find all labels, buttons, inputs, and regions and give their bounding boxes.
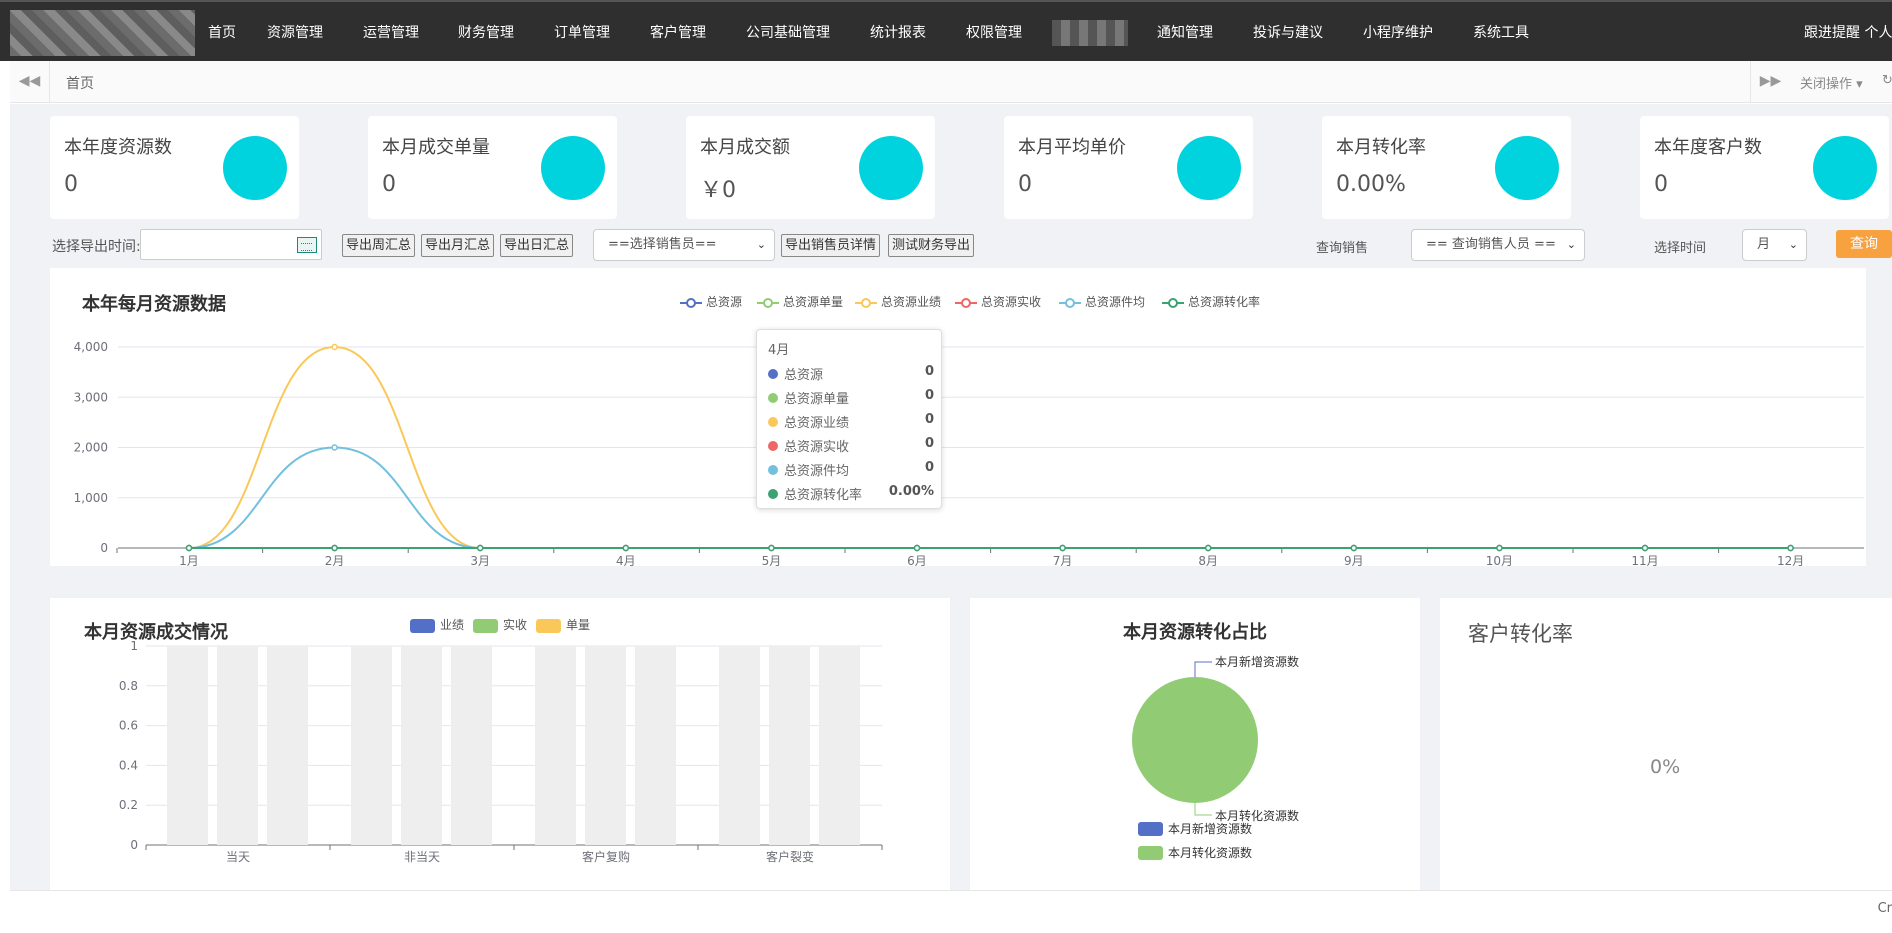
legend-swatch-icon	[1138, 822, 1163, 836]
footer-text: Cr	[1877, 901, 1892, 916]
pie-label: 本月转化资源数	[1215, 808, 1299, 823]
legend-swatch-icon	[1138, 846, 1163, 860]
customer-conversion-panel: 客户转化率 0%	[1440, 598, 1892, 890]
pie-slice	[1132, 677, 1258, 803]
legend-label: 本月新增资源数	[1168, 821, 1252, 836]
pie-label: 本月新增资源数	[1215, 654, 1299, 669]
footer: Cr	[10, 890, 1892, 927]
label-leader-line	[1194, 661, 1212, 677]
customer-conversion-value: 0%	[1650, 756, 1681, 778]
app-root: 首页 资源管理 运营管理 财务管理 订单管理 客户管理 公司基础管理 统计报表 权限管理 通知管理…	[0, 0, 1892, 933]
customer-conversion-title: 客户转化率	[1468, 622, 1573, 646]
legend-label: 本月转化资源数	[1168, 845, 1252, 860]
label-leader-line	[1194, 803, 1212, 816]
